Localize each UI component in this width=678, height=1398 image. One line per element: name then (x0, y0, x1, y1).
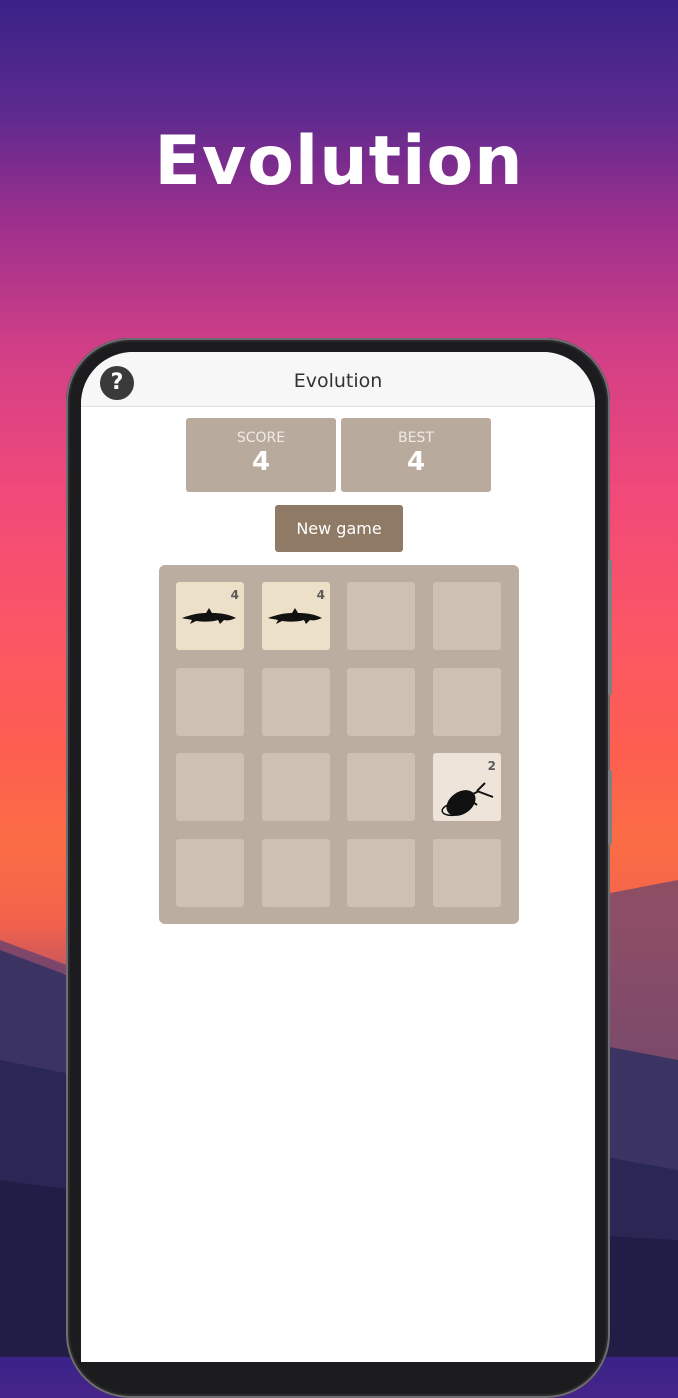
tile-value: 4 (230, 588, 239, 602)
game-board[interactable]: 4 4 2 (159, 565, 519, 924)
score-label: SCORE (236, 430, 286, 446)
app-title: Evolution (293, 370, 383, 392)
best-box: BEST 4 (341, 418, 491, 492)
empty-cell (262, 839, 330, 907)
phone-side-button (608, 560, 612, 695)
board-tile: 4 (262, 582, 330, 650)
best-label: BEST (398, 430, 434, 446)
tile-value: 4 (316, 588, 325, 602)
empty-cell (176, 668, 244, 736)
empty-cell (433, 582, 501, 650)
tile-value: 2 (487, 759, 496, 773)
empty-cell (262, 668, 330, 736)
empty-cell (347, 839, 415, 907)
empty-cell (433, 668, 501, 736)
phone-screen: ? Evolution SCORE 4 BEST 4 New game 4 4 2 (81, 352, 595, 1362)
board-tile: 4 (176, 582, 244, 650)
best-value: 4 (406, 447, 426, 477)
empty-cell (347, 753, 415, 821)
app-bar: ? Evolution (81, 352, 595, 407)
empty-cell (347, 582, 415, 650)
empty-cell (262, 753, 330, 821)
board-tile: 2 (433, 753, 501, 821)
empty-cell (176, 839, 244, 907)
score-value: 4 (251, 447, 271, 477)
empty-cell (433, 839, 501, 907)
empty-cell (347, 668, 415, 736)
new-game-button[interactable]: New game (275, 505, 403, 552)
hero-title: Evolution (154, 122, 524, 201)
score-box: SCORE 4 (186, 418, 336, 492)
empty-cell (176, 753, 244, 821)
phone-side-button (608, 770, 612, 845)
